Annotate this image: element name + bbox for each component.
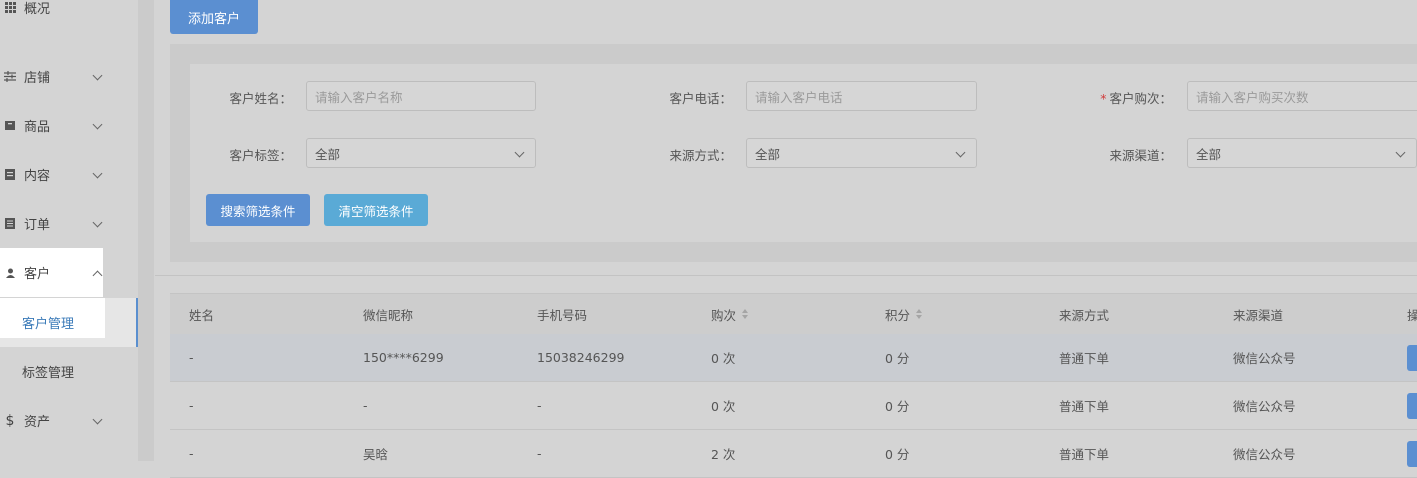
table-row[interactable]: - 150****6299 15038246299 0 次 0 分 普通下单 微… [170,334,1417,382]
chevron-down-icon [92,414,103,424]
sidebar-subitem-label: 客户管理 [22,317,75,332]
customer-name-label: 客户姓名： [229,91,292,106]
customer-phone-label: 客户电话： [669,91,732,106]
sidebar-subitem-tag-management[interactable]: 标签管理 [0,347,138,396]
cell-purchase-count: 0 次 [711,351,736,366]
sidebar-item-store[interactable]: 店铺 [0,52,138,101]
sidebar-subitem-customer-management[interactable]: 客户管理 [0,298,138,347]
column-header-source-method: 来源方式 [1059,307,1110,323]
cell-points: 0 分 [885,399,910,414]
chevron-down-icon [92,168,103,178]
column-header-actions: 操 [1407,307,1417,323]
cell-source-channel: 微信公众号 [1233,399,1296,414]
customer-name-input[interactable]: 请输入客户名称 [306,81,536,111]
purchase-count-input[interactable]: 请输入客户购买次数 [1187,81,1417,111]
sidebar-item-orders[interactable]: 订单 [0,199,138,248]
chevron-down-icon [514,147,525,158]
chevron-down-icon [92,119,103,129]
customer-phone-input[interactable]: 请输入客户电话 [746,81,977,111]
column-header-wechat-nickname: 微信昵称 [363,307,414,323]
chevron-down-icon [955,147,966,158]
sort-icon[interactable] [916,309,923,319]
sidebar-subitem-label: 标签管理 [22,366,75,381]
row-action-button[interactable] [1407,441,1417,467]
add-customer-button[interactable]: 添加客户 [170,0,258,34]
clear-filters-button[interactable]: 清空筛选条件 [324,194,428,226]
sidebar-item-label: 内容 [24,169,51,184]
column-header-purchase-count[interactable]: 购次 [711,294,749,334]
cell-wechat-nickname: - [363,398,368,413]
cell-name: - [189,350,194,365]
purchase-count-label: * 客户购次： [1100,91,1172,106]
sliders-icon [4,71,16,83]
user-icon [4,267,16,279]
section-divider [155,275,1417,276]
source-method-label: 来源方式： [669,148,732,163]
sidebar-item-assets[interactable]: $ 资产 [0,396,138,445]
cell-points: 0 分 [885,447,910,462]
sidebar-item-label: 客户 [24,267,51,282]
cell-source-channel: 微信公众号 [1233,351,1296,366]
customer-table: 姓名 微信昵称 手机号码 购次 积分 来源方式 来源渠道 操 - 150****… [170,293,1417,478]
sidebar-item-customers[interactable]: 客户 [0,248,103,297]
cell-source-method: 普通下单 [1059,447,1110,462]
sidebar: 概况 店铺 商品 内容 订单 客户 客户管理 标签管理 $ 资产 [0,0,138,461]
select-value: 全部 [1196,146,1222,162]
column-header-name: 姓名 [189,307,215,323]
chevron-down-icon [92,217,103,227]
cell-source-method: 普通下单 [1059,351,1110,366]
cell-points: 0 分 [885,351,910,366]
grid-icon [4,2,16,14]
column-header-points[interactable]: 积分 [885,294,923,334]
table-header: 姓名 微信昵称 手机号码 购次 积分 来源方式 来源渠道 操 [170,293,1417,335]
table-row[interactable]: - 吴晗 - 2 次 0 分 普通下单 微信公众号 [170,430,1417,478]
dollar-icon: $ [5,412,15,429]
sidebar-item-label: 订单 [24,218,51,233]
document-icon [4,169,16,181]
row-action-button[interactable] [1407,393,1417,419]
select-value: 全部 [755,146,781,162]
cell-wechat-nickname: 150****6299 [363,350,444,365]
required-marker: * [1100,91,1107,106]
cell-name: - [189,446,194,461]
sidebar-item-overview[interactable]: 概况 [0,0,138,32]
sort-icon[interactable] [742,309,749,319]
cell-phone: 15038246299 [537,350,625,365]
column-header-phone: 手机号码 [537,307,588,323]
chevron-down-icon [92,70,103,80]
box-icon [4,120,16,132]
cell-purchase-count: 0 次 [711,399,736,414]
cell-wechat-nickname: 吴晗 [363,447,389,462]
cell-name: - [189,398,194,413]
cell-source-method: 普通下单 [1059,399,1110,414]
sidebar-item-label: 商品 [24,120,51,135]
chevron-up-icon [92,270,103,280]
select-value: 全部 [315,146,341,162]
cell-source-channel: 微信公众号 [1233,447,1296,462]
customer-tag-label: 客户标签： [229,148,292,163]
column-header-source-channel: 来源渠道 [1233,307,1284,323]
cell-phone: - [537,398,542,413]
sidebar-item-label: 概况 [24,2,51,17]
search-filters-button[interactable]: 搜索筛选条件 [206,194,310,226]
source-channel-label: 来源渠道： [1109,148,1172,163]
customer-tag-select[interactable]: 全部 [306,138,536,168]
cell-purchase-count: 2 次 [711,447,736,462]
sidebar-item-label: 资产 [24,415,51,430]
cell-phone: - [537,446,542,461]
chevron-down-icon [1395,147,1406,158]
sidebar-item-content[interactable]: 内容 [0,150,138,199]
source-channel-select[interactable]: 全部 [1187,138,1417,168]
row-action-button[interactable] [1407,345,1417,371]
source-method-select[interactable]: 全部 [746,138,977,168]
list-icon [4,218,16,230]
sidebar-item-label: 店铺 [24,71,51,86]
sidebar-divider [138,0,154,461]
table-row[interactable]: - - - 0 次 0 分 普通下单 微信公众号 [170,382,1417,430]
sidebar-item-goods[interactable]: 商品 [0,101,138,150]
